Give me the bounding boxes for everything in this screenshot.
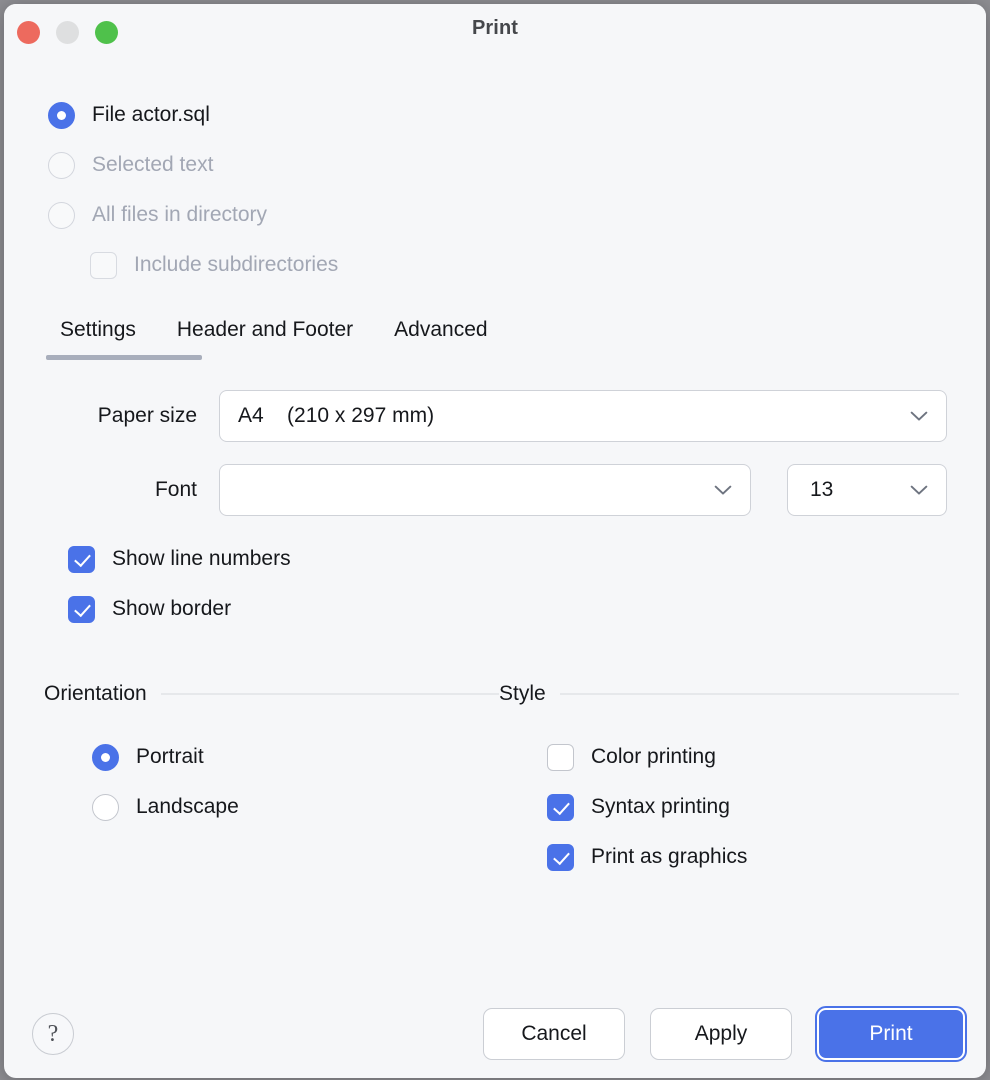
font-size-value: 13 — [810, 478, 910, 502]
active-tab-indicator — [46, 355, 202, 360]
checkbox-include-subdirectories — [90, 252, 117, 279]
radio-row-file[interactable]: File actor.sql — [48, 90, 986, 140]
orientation-and-style-groups: Orientation Portrait Landscape Style — [4, 680, 986, 882]
radio-label-file: File actor.sql — [92, 103, 210, 127]
checkbox-label-color-printing: Color printing — [591, 745, 716, 769]
tab-settings[interactable]: Settings — [46, 312, 150, 342]
paper-size-value: A4 (210 x 297 mm) — [238, 404, 910, 428]
font-size-select[interactable]: 13 — [787, 464, 947, 516]
radio-label-selected-text: Selected text — [92, 153, 213, 177]
orientation-options: Portrait Landscape — [44, 708, 499, 832]
tab-bar: Settings Header and Footer Advanced — [4, 312, 986, 368]
radio-row-portrait[interactable]: Portrait — [92, 732, 499, 782]
dialog-action-buttons: Cancel Apply Print — [483, 1008, 968, 1060]
orientation-group-title: Orientation — [44, 682, 147, 706]
checkbox-row-show-line-numbers[interactable]: Show line numbers — [68, 534, 986, 584]
print-source-group: File actor.sql Selected text All files i… — [4, 60, 986, 290]
checkbox-label-include-subdirectories: Include subdirectories — [134, 253, 338, 277]
orientation-group-divider — [161, 693, 499, 695]
checkbox-label-print-as-graphics: Print as graphics — [591, 845, 747, 869]
apply-button[interactable]: Apply — [650, 1008, 792, 1060]
window-title: Print — [4, 17, 986, 40]
checkbox-row-show-border[interactable]: Show border — [68, 584, 986, 634]
radio-label-portrait: Portrait — [136, 745, 204, 769]
font-row: Font 13 — [4, 464, 986, 516]
cancel-button[interactable]: Cancel — [483, 1008, 625, 1060]
checkbox-label-show-line-numbers: Show line numbers — [112, 547, 291, 571]
style-group-header: Style — [499, 680, 959, 708]
paper-size-select[interactable]: A4 (210 x 297 mm) — [219, 390, 947, 442]
tab-header-and-footer[interactable]: Header and Footer — [163, 312, 367, 342]
radio-selected-text — [48, 152, 75, 179]
chevron-down-icon — [910, 485, 928, 496]
style-group: Style Color printing Syntax printing Pri… — [499, 680, 959, 882]
checkbox-row-color-printing[interactable]: Color printing — [547, 732, 959, 782]
checkbox-row-print-as-graphics[interactable]: Print as graphics — [547, 832, 959, 882]
checkbox-syntax-printing[interactable] — [547, 794, 574, 821]
title-bar: Print — [4, 4, 986, 60]
radio-label-all-files-in-directory: All files in directory — [92, 203, 267, 227]
help-icon[interactable]: ? — [32, 1013, 74, 1055]
font-label: Font — [4, 478, 219, 502]
checkbox-show-border[interactable] — [68, 596, 95, 623]
checkbox-color-printing[interactable] — [547, 744, 574, 771]
style-group-divider — [560, 693, 959, 695]
checkbox-print-as-graphics[interactable] — [547, 844, 574, 871]
chevron-down-icon — [910, 411, 928, 422]
style-options: Color printing Syntax printing Print as … — [499, 708, 959, 882]
radio-label-landscape: Landscape — [136, 795, 239, 819]
print-dialog-window: Print File actor.sql Selected text All f… — [4, 4, 986, 1078]
radio-portrait[interactable] — [92, 744, 119, 771]
radio-landscape[interactable] — [92, 794, 119, 821]
font-family-select[interactable] — [219, 464, 751, 516]
style-group-title: Style — [499, 682, 546, 706]
checkbox-row-syntax-printing[interactable]: Syntax printing — [547, 782, 959, 832]
orientation-group-header: Orientation — [44, 680, 499, 708]
print-button[interactable]: Print — [817, 1008, 965, 1060]
radio-all-files-in-directory — [48, 202, 75, 229]
checkbox-row-include-subdirectories: Include subdirectories — [48, 240, 986, 290]
checkbox-show-line-numbers[interactable] — [68, 546, 95, 573]
dialog-footer: ? Cancel Apply Print — [4, 988, 986, 1078]
chevron-down-icon — [714, 485, 732, 496]
paper-size-row: Paper size A4 (210 x 297 mm) — [4, 390, 986, 442]
radio-row-all-files: All files in directory — [48, 190, 986, 240]
tab-advanced[interactable]: Advanced — [380, 312, 501, 342]
radio-file[interactable] — [48, 102, 75, 129]
checkbox-label-syntax-printing: Syntax printing — [591, 795, 730, 819]
radio-row-selected-text: Selected text — [48, 140, 986, 190]
display-options-group: Show line numbers Show border — [4, 534, 986, 634]
paper-size-label: Paper size — [4, 404, 219, 428]
radio-row-landscape[interactable]: Landscape — [92, 782, 499, 832]
checkbox-label-show-border: Show border — [112, 597, 231, 621]
orientation-group: Orientation Portrait Landscape — [44, 680, 499, 882]
